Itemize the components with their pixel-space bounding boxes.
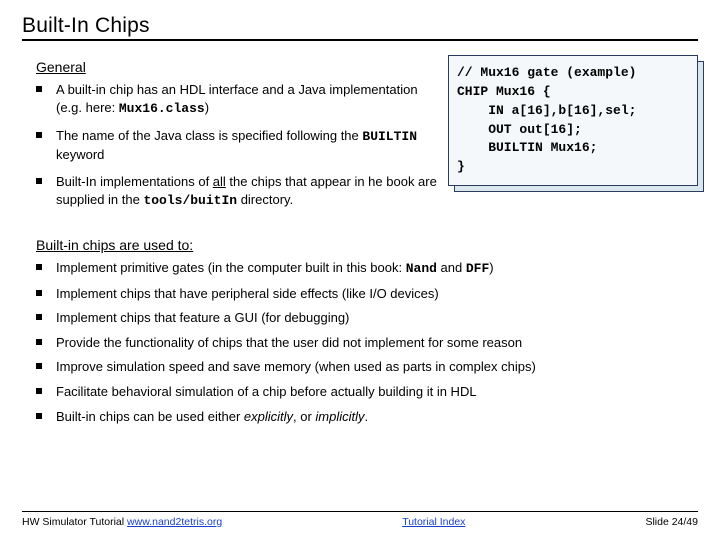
codebox: // Mux16 gate (example) CHIP Mux16 { IN … — [448, 55, 698, 186]
list-item: Built-in chips can be used either explic… — [36, 408, 698, 426]
list-text: Built-in chips can be used either explic… — [56, 408, 698, 426]
list-text: A built-in chip has an HDL interface and… — [56, 81, 438, 117]
code-example: // Mux16 gate (example) CHIP Mux16 { IN … — [448, 53, 698, 186]
list-item: Provide the functionality of chips that … — [36, 334, 698, 352]
bullet-icon — [36, 413, 42, 419]
top-row: General A built-in chip has an HDL inter… — [22, 53, 698, 219]
footer-site-link[interactable]: www.nand2tetris.org — [127, 516, 222, 528]
list-item: The name of the Java class is specified … — [36, 127, 438, 163]
slide: Built-In Chips General A built-in chip h… — [0, 0, 720, 540]
codebox-wrap: // Mux16 gate (example) CHIP Mux16 { IN … — [448, 55, 698, 186]
list-item: Improve simulation speed and save memory… — [36, 358, 698, 376]
bullet-icon — [36, 290, 42, 296]
list-item: Built-In implementations of all the chip… — [36, 173, 438, 209]
list-text: Implement chips that have peripheral sid… — [56, 285, 698, 303]
list-text: Implement chips that feature a GUI (for … — [56, 309, 698, 327]
bullet-icon — [36, 363, 42, 369]
used-heading: Built-in chips are used to: — [36, 237, 698, 253]
bullet-icon — [36, 388, 42, 394]
list-item: Implement chips that feature a GUI (for … — [36, 309, 698, 327]
list-item: Facilitate behavioral simulation of a ch… — [36, 383, 698, 401]
list-item: Implement chips that have peripheral sid… — [36, 285, 698, 303]
general-heading: General — [36, 59, 438, 75]
bullet-icon — [36, 314, 42, 320]
page-title: Built-In Chips — [22, 14, 698, 38]
footer-row: HW Simulator Tutorial www.nand2tetris.or… — [22, 516, 698, 528]
list-text: Built-In implementations of all the chip… — [56, 173, 438, 209]
list-text: Facilitate behavioral simulation of a ch… — [56, 383, 698, 401]
list-text: The name of the Java class is specified … — [56, 127, 438, 163]
used-list: Implement primitive gates (in the comput… — [22, 259, 698, 425]
general-list: A built-in chip has an HDL interface and… — [22, 81, 438, 209]
bullet-icon — [36, 339, 42, 345]
bullet-icon — [36, 132, 42, 138]
bullet-icon — [36, 86, 42, 92]
slide-number: Slide 24/49 — [645, 516, 698, 528]
footer-left: HW Simulator Tutorial www.nand2tetris.or… — [22, 516, 222, 528]
general-section: General A built-in chip has an HDL inter… — [22, 53, 448, 219]
list-text: Provide the functionality of chips that … — [56, 334, 698, 352]
list-item: Implement primitive gates (in the comput… — [36, 259, 698, 278]
bullet-icon — [36, 264, 42, 270]
footer-divider — [22, 511, 698, 512]
footer: HW Simulator Tutorial www.nand2tetris.or… — [22, 511, 698, 528]
bullet-icon — [36, 178, 42, 184]
tutorial-index-link[interactable]: Tutorial Index — [402, 516, 465, 528]
title-divider — [22, 39, 698, 41]
list-item: A built-in chip has an HDL interface and… — [36, 81, 438, 117]
list-text: Implement primitive gates (in the comput… — [56, 259, 698, 278]
list-text: Improve simulation speed and save memory… — [56, 358, 698, 376]
